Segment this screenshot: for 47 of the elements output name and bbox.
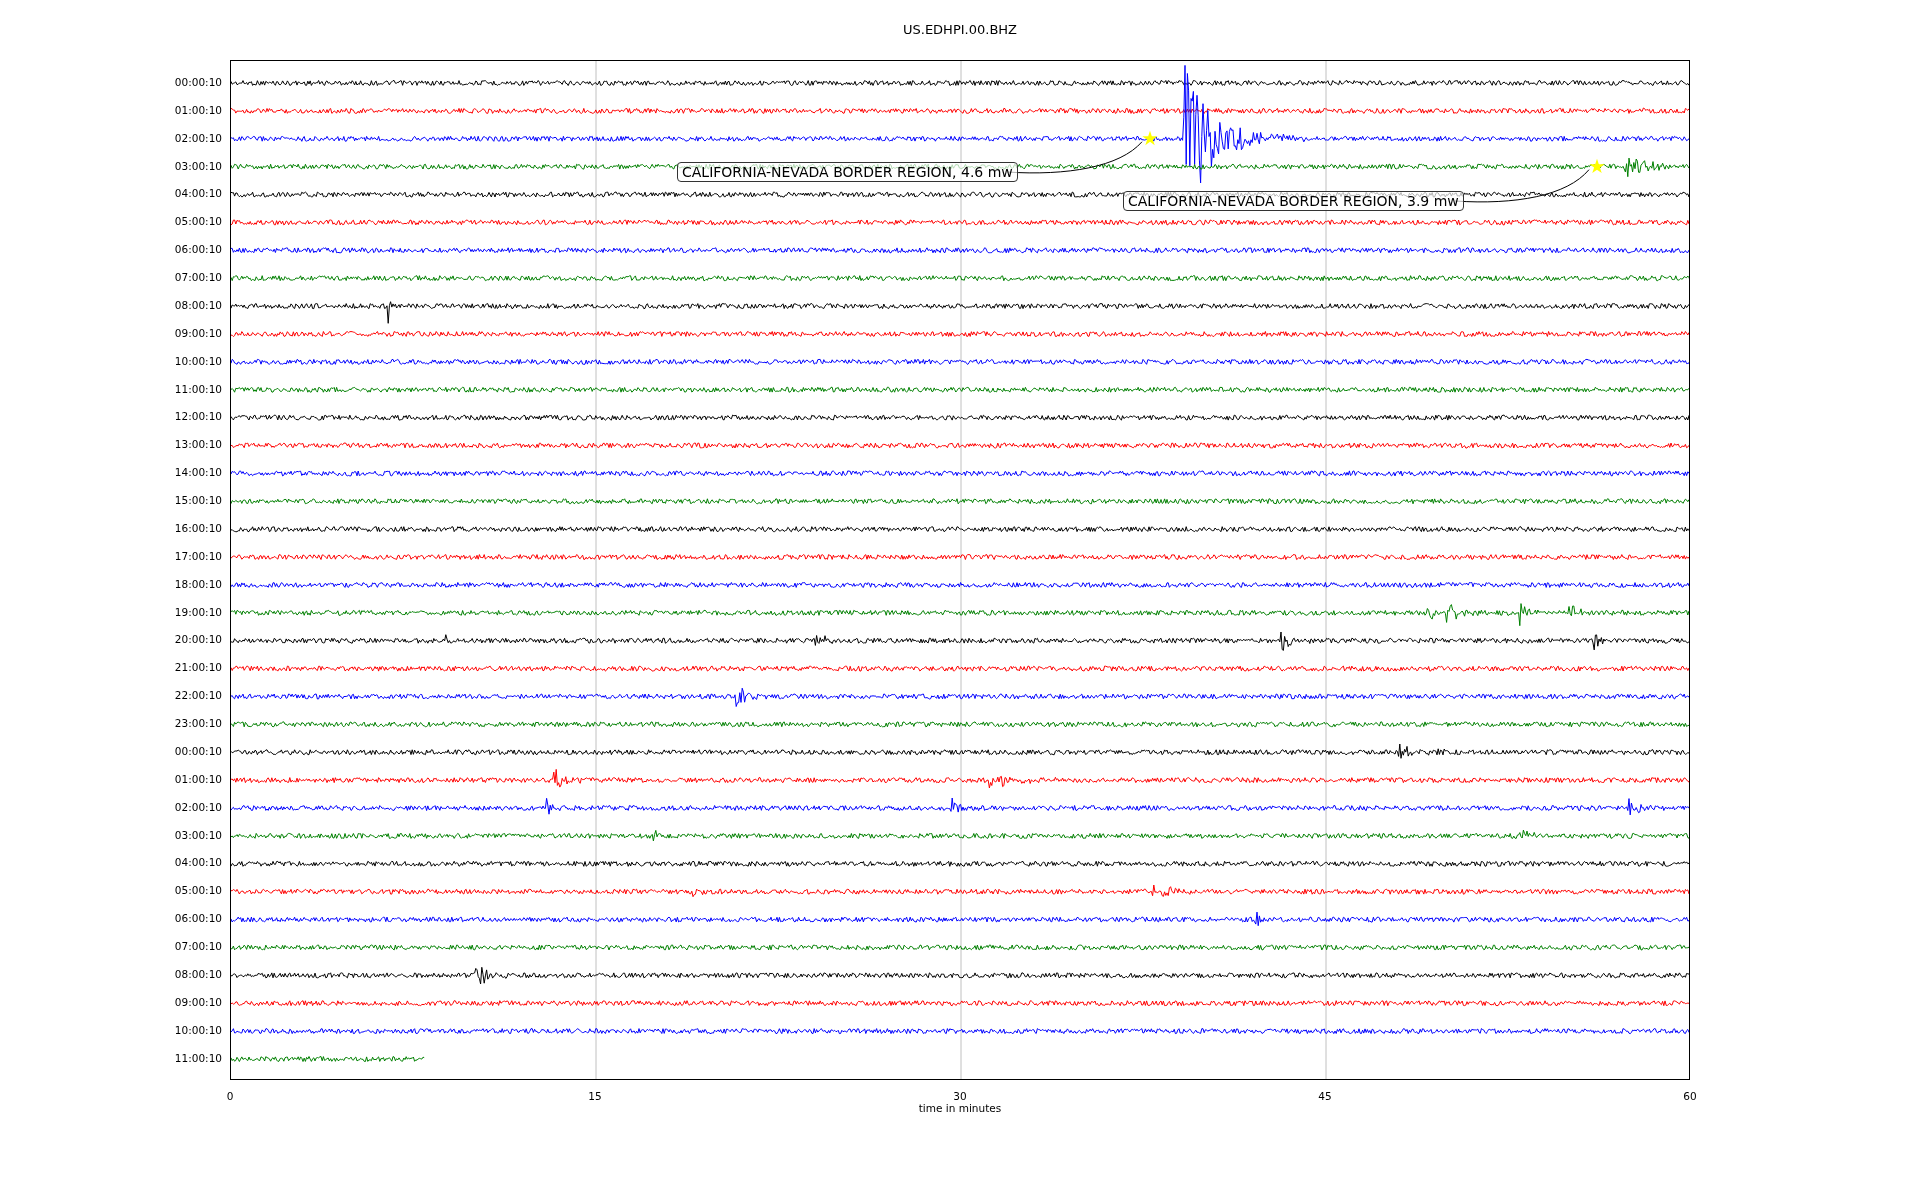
- x-tick-label: 15: [588, 1090, 602, 1102]
- row-time-label: 07:00:10: [174, 939, 222, 955]
- event-annotation: CALIFORNIA-NEVADA BORDER REGION, 4.6 mw: [677, 162, 1018, 182]
- row-time-label: 12:00:10: [174, 409, 222, 425]
- chart-title: US.EDHPI.00.BHZ: [903, 22, 1017, 38]
- x-tick-label: 45: [1318, 1090, 1332, 1102]
- row-time-label: 09:00:10: [174, 994, 222, 1010]
- event-annotation: CALIFORNIA-NEVADA BORDER REGION, 3.9 mw: [1123, 191, 1464, 211]
- x-tick-label: 60: [1683, 1090, 1697, 1102]
- row-time-label: 14:00:10: [174, 465, 222, 481]
- row-time-label: 02:00:10: [174, 130, 222, 146]
- row-time-label: 04:00:10: [174, 855, 222, 871]
- row-time-label: 20:00:10: [174, 632, 222, 648]
- row-time-label: 03:00:10: [174, 158, 222, 174]
- row-time-label: 00:00:10: [174, 75, 222, 90]
- x-tick-label: 0: [226, 1090, 234, 1102]
- row-time-label: 21:00:10: [174, 660, 222, 676]
- row-time-label: 08:00:10: [174, 298, 222, 313]
- row-time-label: 05:00:10: [174, 883, 222, 899]
- row-time-label: 18:00:10: [174, 576, 222, 592]
- row-time-label: 22:00:10: [174, 688, 222, 704]
- row-time-label: 06:00:10: [174, 242, 222, 258]
- row-time-label: 06:00:10: [174, 911, 222, 927]
- x-tick-label: 30: [953, 1090, 967, 1102]
- row-time-label: 10:00:10: [174, 1022, 222, 1038]
- row-time-label: 09:00:10: [174, 325, 222, 341]
- row-time-label: 01:00:10: [174, 771, 222, 787]
- row-time-label: 00:00:10: [174, 744, 222, 759]
- row-time-label: 13:00:10: [174, 437, 222, 453]
- row-time-label: 23:00:10: [174, 716, 222, 732]
- x-axis-label: time in minutes: [918, 1102, 1002, 1114]
- star-icon: [1142, 130, 1158, 146]
- row-time-label: 16:00:10: [174, 521, 222, 536]
- row-time-label: 01:00:10: [174, 102, 222, 118]
- row-time-label: 05:00:10: [174, 214, 222, 230]
- row-time-label: 15:00:10: [174, 493, 222, 509]
- row-time-label: 02:00:10: [174, 799, 222, 815]
- row-time-label: 08:00:10: [174, 967, 222, 982]
- row-time-label: 10:00:10: [174, 353, 222, 369]
- row-time-label: 17:00:10: [174, 548, 222, 564]
- row-time-label: 04:00:10: [174, 186, 222, 202]
- row-time-label: 11:00:10: [174, 381, 222, 397]
- row-time-label: 03:00:10: [174, 827, 222, 843]
- row-time-label: 07:00:10: [174, 270, 222, 286]
- row-time-label: 19:00:10: [174, 604, 222, 620]
- star-icon: [1589, 158, 1605, 174]
- row-time-label: 11:00:10: [174, 1050, 222, 1066]
